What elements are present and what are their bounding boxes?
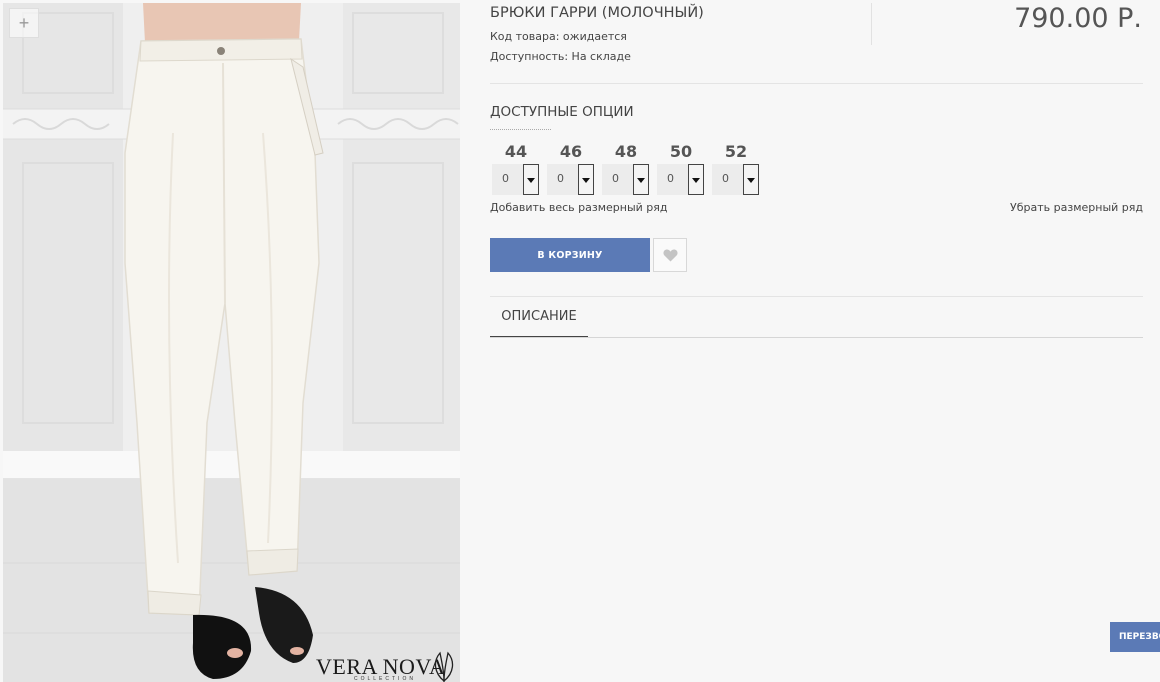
tab-description[interactable]: ОПИСАНИЕ bbox=[490, 305, 588, 338]
tabs-underline bbox=[490, 337, 1143, 338]
size-quantity-value: 0 bbox=[722, 172, 729, 185]
wishlist-button[interactable] bbox=[653, 238, 687, 272]
callback-button[interactable]: ПЕРЕЗВО bbox=[1110, 622, 1160, 652]
chevron-down-icon[interactable] bbox=[743, 164, 759, 195]
heart-icon bbox=[663, 249, 678, 262]
size-quantity-value: 0 bbox=[502, 172, 509, 185]
divider bbox=[490, 296, 1143, 297]
divider bbox=[490, 83, 1143, 84]
brand-subtitle: COLLECTION bbox=[354, 676, 416, 682]
product-photo bbox=[3, 3, 460, 682]
size-quantity-value: 0 bbox=[557, 172, 564, 185]
product-image[interactable]: + VERA NOVA COLLECTION bbox=[3, 3, 460, 682]
size-quantity-select[interactable]: 0 bbox=[712, 164, 759, 195]
chevron-down-icon[interactable] bbox=[523, 164, 539, 195]
size-label: 46 bbox=[559, 142, 583, 161]
size-label: 50 bbox=[669, 142, 693, 161]
options-heading-underline bbox=[490, 129, 551, 130]
header-divider bbox=[871, 3, 872, 45]
remove-size-row-link[interactable]: Убрать размерный ряд bbox=[1010, 201, 1143, 214]
plus-icon: + bbox=[18, 13, 30, 33]
add-size-row-link[interactable]: Добавить весь размерный ряд bbox=[490, 201, 668, 214]
chevron-down-icon[interactable] bbox=[633, 164, 649, 195]
leaf-icon bbox=[434, 651, 454, 682]
size-label: 48 bbox=[614, 142, 638, 161]
size-quantity-value: 0 bbox=[612, 172, 619, 185]
chevron-down-icon[interactable] bbox=[688, 164, 704, 195]
product-price: 790.00 Р. bbox=[1014, 3, 1142, 34]
add-to-cart-button[interactable]: В КОРЗИНУ bbox=[490, 238, 650, 272]
size-quantity-select[interactable]: 0 bbox=[547, 164, 594, 195]
brand-logo: VERA NOVA COLLECTION bbox=[316, 651, 460, 682]
options-heading: ДОСТУПНЫЕ ОПЦИИ bbox=[490, 104, 634, 120]
product-availability: Доступность: На складе bbox=[490, 50, 631, 63]
size-quantity-select[interactable]: 0 bbox=[492, 164, 539, 195]
zoom-button[interactable]: + bbox=[9, 8, 39, 38]
product-code: Код товара: ожидается bbox=[490, 30, 627, 43]
product-title: БРЮКИ ГАРРИ (МОЛОЧНЫЙ) bbox=[490, 5, 704, 21]
size-quantity-value: 0 bbox=[667, 172, 674, 185]
chevron-down-icon[interactable] bbox=[578, 164, 594, 195]
size-label: 52 bbox=[724, 142, 748, 161]
size-quantity-select[interactable]: 0 bbox=[657, 164, 704, 195]
size-quantity-select[interactable]: 0 bbox=[602, 164, 649, 195]
size-label: 44 bbox=[504, 142, 528, 161]
